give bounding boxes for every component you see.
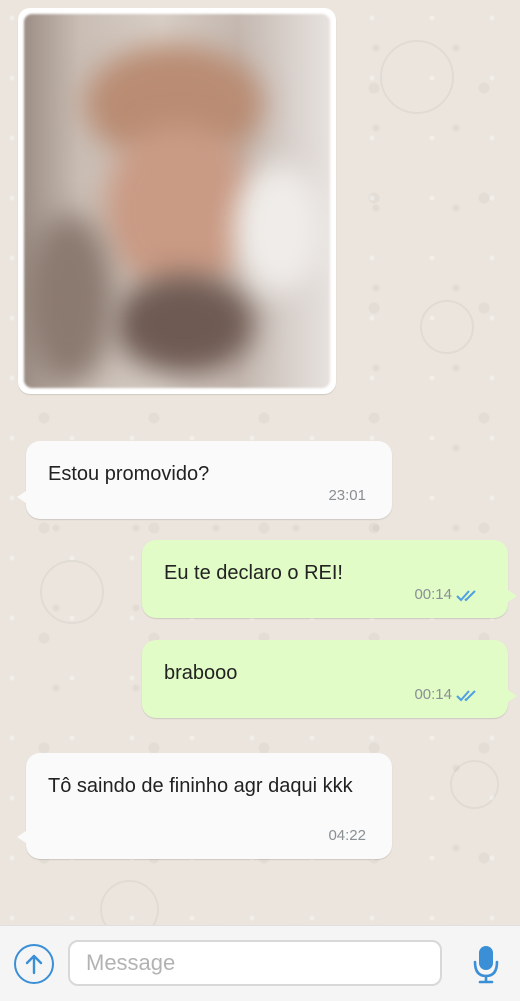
outgoing-message[interactable]: brabooo 00:14 [142,640,517,718]
message-time: 00:14 [414,582,480,608]
attach-button[interactable] [14,944,54,984]
microphone-icon [473,946,499,984]
upload-arrow-icon [25,954,43,975]
composer-bar [0,925,520,1001]
message-time: 00:14 [414,682,480,708]
wallpaper-doodle [40,560,104,624]
wallpaper-doodle [450,760,499,809]
message-time: 23:01 [328,487,366,504]
incoming-message[interactable]: Estou promovido? 23:01 [17,441,392,519]
outgoing-message[interactable]: Eu te declaro o REI! 00:14 [142,540,517,618]
blurred-photo[interactable] [24,14,330,388]
message-text: Estou promovido? [48,463,210,485]
wallpaper-doodle [380,40,454,114]
read-ticks-icon [456,690,476,702]
message-input[interactable] [68,940,442,986]
message-time: 04:22 [328,827,366,844]
image-message[interactable] [18,8,336,394]
incoming-message[interactable]: Tô saindo de fininho agr daqui kkk 04:22 [17,753,392,859]
message-text: Tô saindo de fininho agr daqui kkk [48,775,353,797]
wallpaper-doodle [100,880,159,925]
wallpaper-doodle [420,300,474,354]
microphone-button[interactable] [464,942,508,986]
read-ticks-icon [456,590,476,602]
chat-area[interactable]: Estou promovido? 23:01 Eu te declaro o R… [0,0,520,925]
